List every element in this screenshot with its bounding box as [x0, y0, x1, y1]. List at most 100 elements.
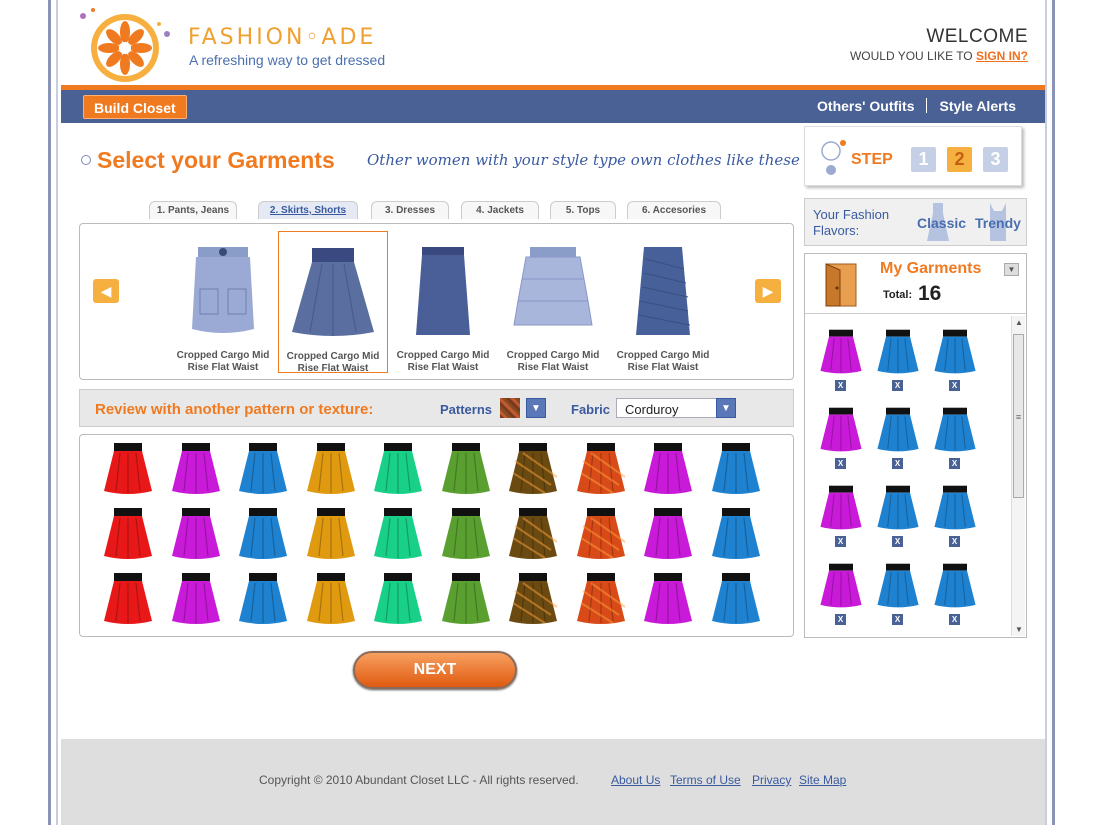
- color-swatch[interactable]: [235, 441, 291, 497]
- color-swatch[interactable]: [100, 441, 156, 497]
- remove-garment-button[interactable]: X: [949, 614, 960, 625]
- color-swatch[interactable]: [573, 571, 629, 627]
- color-swatch[interactable]: [708, 571, 764, 627]
- color-swatch[interactable]: [370, 441, 426, 497]
- color-swatch[interactable]: [640, 571, 696, 627]
- closet-garment[interactable]: [931, 328, 979, 376]
- color-swatch[interactable]: [235, 571, 291, 627]
- fabric-select[interactable]: Corduroy ▼: [616, 398, 736, 418]
- tab-4[interactable]: 4. Jackets: [461, 201, 539, 219]
- closet-garment[interactable]: [817, 406, 865, 454]
- color-swatch[interactable]: [303, 571, 359, 627]
- closet-garment[interactable]: [874, 562, 922, 610]
- remove-garment-button[interactable]: X: [892, 458, 903, 469]
- scroll-thumb[interactable]: ≡: [1013, 334, 1024, 498]
- terms-link[interactable]: Terms of Use: [670, 773, 741, 787]
- remove-garment-button[interactable]: X: [949, 380, 960, 391]
- next-button[interactable]: NEXT: [353, 651, 517, 689]
- color-swatch[interactable]: [168, 571, 224, 627]
- color-swatch[interactable]: [168, 506, 224, 562]
- closet-garment[interactable]: [817, 562, 865, 610]
- color-swatch[interactable]: [303, 441, 359, 497]
- brand-tagline: A refreshing way to get dressed: [189, 52, 386, 68]
- page-frame: FASHION◦ADE A refreshing way to get dres…: [48, 0, 1055, 825]
- about-us-link[interactable]: About Us: [611, 773, 660, 787]
- color-swatch[interactable]: [168, 441, 224, 497]
- tab-6[interactable]: 6. Accesories: [627, 201, 721, 219]
- chevron-down-icon[interactable]: ▼: [526, 398, 546, 418]
- closet-garment[interactable]: [931, 562, 979, 610]
- color-swatch[interactable]: [708, 506, 764, 562]
- remove-garment-button[interactable]: X: [892, 380, 903, 391]
- build-closet-button[interactable]: Build Closet: [83, 95, 187, 119]
- garment-card[interactable]: Cropped Cargo Mid Rise Flat Waist: [608, 231, 718, 373]
- flavor-trendy[interactable]: Trendy: [975, 215, 1021, 231]
- flavor-classic[interactable]: Classic: [917, 215, 966, 231]
- garment-image: [192, 247, 254, 333]
- closet-garment[interactable]: [817, 484, 865, 532]
- closet-garment[interactable]: [874, 328, 922, 376]
- privacy-link[interactable]: Privacy: [752, 773, 791, 787]
- closet-garment[interactable]: [817, 328, 865, 376]
- remove-garment-button[interactable]: X: [835, 536, 846, 547]
- color-swatch[interactable]: [573, 441, 629, 497]
- color-swatch[interactable]: [438, 441, 494, 497]
- garment-card[interactable]: Cropped Cargo Mid Rise Flat Waist: [168, 231, 278, 373]
- garment-label: Cropped Cargo Mid Rise Flat Waist: [396, 350, 490, 373]
- style-alerts-link[interactable]: Style Alerts: [939, 98, 1016, 114]
- remove-garment-button[interactable]: X: [949, 536, 960, 547]
- chevron-down-icon[interactable]: ▼: [1004, 263, 1019, 276]
- fashion-flavors: Your Fashion Flavors: Classic Trendy: [804, 198, 1027, 246]
- arrow-right-icon[interactable]: ▶: [755, 279, 781, 303]
- scroll-up-icon[interactable]: ▲: [1012, 318, 1026, 327]
- garment-image: [416, 247, 470, 335]
- color-swatch[interactable]: [708, 441, 764, 497]
- closet-garment[interactable]: [874, 484, 922, 532]
- remove-garment-button[interactable]: X: [892, 536, 903, 547]
- color-swatch[interactable]: [505, 571, 561, 627]
- tab-2[interactable]: 2. Skirts, Shorts: [258, 201, 358, 219]
- remove-garment-button[interactable]: X: [949, 458, 960, 469]
- color-swatch[interactable]: [370, 571, 426, 627]
- closet-scrollbar[interactable]: ▲ ≡ ▼: [1011, 316, 1025, 636]
- color-swatch[interactable]: [505, 441, 561, 497]
- garment-card[interactable]: Cropped Cargo Mid Rise Flat Waist: [388, 231, 498, 373]
- welcome-block: WELCOME WOULD YOU LIKE TO SIGN IN?: [850, 26, 1028, 63]
- signin-link[interactable]: SIGN IN?: [976, 49, 1028, 63]
- color-swatch[interactable]: [303, 506, 359, 562]
- closet-garment[interactable]: [931, 406, 979, 454]
- color-swatch[interactable]: [235, 506, 291, 562]
- color-swatch[interactable]: [505, 506, 561, 562]
- navbar: Build Closet Others' Outfits Style Alerts: [61, 90, 1046, 123]
- closet-garment[interactable]: [931, 484, 979, 532]
- color-swatch[interactable]: [438, 506, 494, 562]
- others-outfits-link[interactable]: Others' Outfits: [817, 98, 914, 114]
- color-swatch[interactable]: [100, 506, 156, 562]
- remove-garment-button[interactable]: X: [892, 614, 903, 625]
- sitemap-link[interactable]: Site Map: [799, 773, 846, 787]
- fabric-value: Corduroy: [625, 402, 679, 417]
- remove-garment-button[interactable]: X: [835, 458, 846, 469]
- pattern-swatch[interactable]: [500, 398, 520, 418]
- tab-3[interactable]: 3. Dresses: [371, 201, 449, 219]
- chevron-down-icon[interactable]: ▼: [716, 398, 736, 418]
- garment-card[interactable]: Cropped Cargo Mid Rise Flat Waist: [498, 231, 608, 373]
- arrow-left-icon[interactable]: ◀: [93, 279, 119, 303]
- color-swatch-grid: [79, 434, 794, 637]
- color-swatch[interactable]: [100, 571, 156, 627]
- tab-5[interactable]: 5. Tops: [550, 201, 616, 219]
- total-value: 16: [918, 282, 942, 305]
- color-swatch[interactable]: [370, 506, 426, 562]
- remove-garment-button[interactable]: X: [835, 614, 846, 625]
- color-swatch[interactable]: [640, 506, 696, 562]
- tab-1[interactable]: 1. Pants, Jeans: [149, 201, 237, 219]
- step-3: 3: [983, 147, 1008, 172]
- color-swatch[interactable]: [438, 571, 494, 627]
- closet-garment[interactable]: [874, 406, 922, 454]
- color-swatch[interactable]: [573, 506, 629, 562]
- garment-card[interactable]: Cropped Cargo Mid Rise Flat Waist: [278, 231, 388, 374]
- remove-garment-button[interactable]: X: [835, 380, 846, 391]
- fabric-label: Fabric: [571, 402, 611, 417]
- scroll-down-icon[interactable]: ▼: [1012, 625, 1026, 634]
- color-swatch[interactable]: [640, 441, 696, 497]
